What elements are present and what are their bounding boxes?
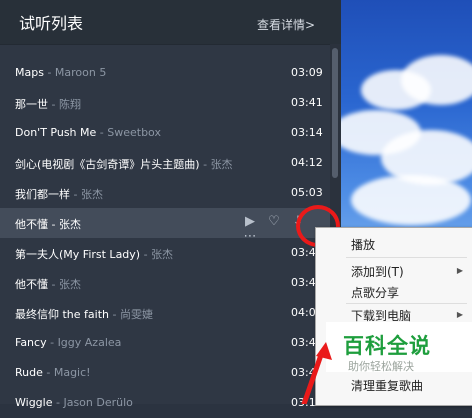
song-title: 他不懂 xyxy=(15,278,48,291)
context-menu: 播放 添加到(T) ▶ 点歌分享 下载到电脑 ▶ 清理重复歌曲 xyxy=(315,227,472,406)
menu-item-clean-duplicates[interactable]: 清理重复歌曲 xyxy=(351,377,423,394)
separator: - xyxy=(199,158,211,171)
song-duration: 03:14 xyxy=(291,126,323,139)
song-row[interactable]: Rude - Magic! 03:4 xyxy=(0,358,330,388)
song-row-selected[interactable]: 他不懂 - 张杰 ▶ ♡ ↓⋯ xyxy=(0,208,330,244)
song-title: Fancy xyxy=(15,336,47,349)
song-artist: Maroon 5 xyxy=(54,66,107,79)
song-duration: 04:0 xyxy=(291,306,316,319)
song-artist: 张杰 xyxy=(58,278,81,291)
song-artist: Jason Derülo xyxy=(63,396,133,409)
song-artist: 张杰 xyxy=(80,188,103,201)
song-title: Maps xyxy=(15,66,44,79)
song-title: Wiggle xyxy=(15,396,53,409)
song-artist: 张杰 xyxy=(151,248,174,261)
separator: - xyxy=(52,396,64,409)
scrollbar-thumb[interactable] xyxy=(332,48,338,178)
song-row[interactable]: 那一世 - 陈翔 03:41 xyxy=(0,88,330,118)
separator: - xyxy=(109,308,120,321)
song-row[interactable]: 最终信仰 the faith - 尚雯婕 04:0 xyxy=(0,298,330,328)
song-title: 我们都一样 xyxy=(15,188,70,201)
song-row[interactable]: Wiggle - Jason Derülo 03:1 xyxy=(0,388,330,418)
song-title: 第一夫人(My First Lady) xyxy=(15,248,141,261)
watermark-title: 百科全说 xyxy=(343,334,431,358)
song-row[interactable]: 剑心(电视剧《古剑奇谭》片头主题曲) - 张杰 04:12 xyxy=(0,148,330,178)
separator: - xyxy=(96,126,108,139)
menu-divider xyxy=(346,303,467,304)
song-row[interactable]: 我们都一样 - 张杰 05:03 xyxy=(0,178,330,208)
playlist-title: 试听列表 xyxy=(19,14,84,33)
submenu-arrow-icon: ▶ xyxy=(456,266,463,275)
heart-icon[interactable]: ♡ xyxy=(262,214,286,229)
separator: - xyxy=(48,218,59,231)
song-row[interactable]: Fancy - Iggy Azalea 03:4 xyxy=(0,328,330,358)
watermark-subtitle: 助你轻松解决 xyxy=(348,360,414,373)
song-duration: 03:41 xyxy=(291,96,323,109)
separator: - xyxy=(43,66,55,79)
song-title: Don'T Push Me xyxy=(15,126,97,139)
song-artist: 张杰 xyxy=(210,158,233,171)
annotation-arrow-icon xyxy=(301,342,332,404)
song-artist: Magic! xyxy=(53,366,91,379)
separator: - xyxy=(46,336,58,349)
song-list: Maps - Maroon 5 03:09 那一世 - 陈翔 03:41 Don… xyxy=(0,58,330,418)
song-duration: 03:4 xyxy=(291,276,316,289)
song-artist: 陈翔 xyxy=(58,98,81,111)
separator: - xyxy=(70,188,81,201)
song-title: 剑心(电视剧《古剑奇谭》片头主题曲) xyxy=(15,158,200,171)
separator: - xyxy=(48,278,59,291)
menu-item-play[interactable]: 播放 xyxy=(351,236,375,253)
view-details-link[interactable]: 查看详情> xyxy=(257,16,315,33)
song-artist: Sweetbox xyxy=(107,126,161,139)
watermark: 百科全说 助你轻松解决 xyxy=(326,322,472,373)
song-duration: 03:4 xyxy=(291,246,316,259)
song-title: 那一世 xyxy=(15,98,48,111)
song-row[interactable]: 他不懂 - 张杰 03:4 xyxy=(0,268,330,298)
menu-item-share[interactable]: 点歌分享 xyxy=(351,284,399,301)
song-artist: Iggy Azalea xyxy=(57,336,122,349)
song-duration: 03:09 xyxy=(291,66,323,79)
song-artist: 张杰 xyxy=(58,218,81,231)
menu-divider xyxy=(346,257,467,258)
song-duration: 05:03 xyxy=(291,186,323,199)
song-duration: 04:12 xyxy=(291,156,323,169)
separator: - xyxy=(42,366,54,379)
song-title: 最终信仰 the faith xyxy=(15,308,109,321)
song-title: Rude xyxy=(15,366,43,379)
submenu-arrow-icon: ▶ xyxy=(456,310,463,319)
separator: - xyxy=(48,98,59,111)
song-row[interactable]: Don'T Push Me - Sweetbox 03:14 xyxy=(0,118,330,148)
separator: - xyxy=(140,248,152,261)
play-icon[interactable]: ▶ xyxy=(238,214,262,229)
playlist-panel: 试听列表 查看详情> Maps - Maroon 5 03:09 那一世 - 陈… xyxy=(0,0,341,409)
song-row[interactable]: Maps - Maroon 5 03:09 xyxy=(0,58,330,88)
playlist-header: 试听列表 查看详情> xyxy=(0,0,341,45)
song-artist: 尚雯婕 xyxy=(119,308,153,321)
song-title: 他不懂 xyxy=(15,218,48,231)
menu-item-add-to[interactable]: 添加到(T) xyxy=(351,263,404,280)
song-row[interactable]: 第一夫人(My First Lady) - 张杰 03:4 xyxy=(0,238,330,268)
